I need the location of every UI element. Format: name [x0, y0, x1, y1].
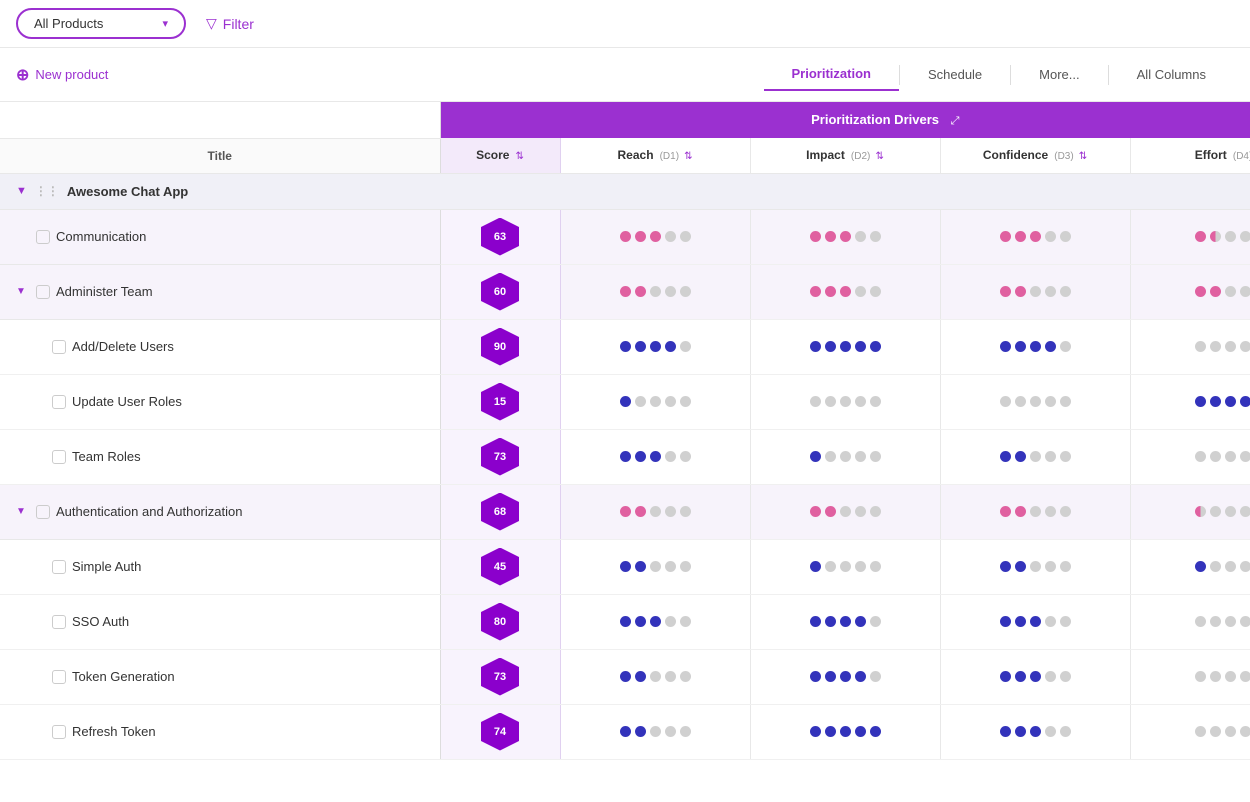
column-headers-row: Title Score ⇅ Reach (D1) ⇅ [0, 138, 1250, 173]
tab-schedule[interactable]: Schedule [900, 59, 1010, 90]
effort-label: Effort [1195, 148, 1227, 162]
sub-feature-name: Team Roles [72, 449, 141, 464]
sub-feature-row: Simple Auth 45 [0, 539, 1250, 594]
feature-name: Administer Team [56, 284, 153, 299]
sub-feature-name: SSO Auth [72, 614, 129, 629]
filter-label: Filter [223, 16, 254, 32]
tab-prioritization[interactable]: Prioritization [764, 58, 899, 91]
sub-feature-checkbox[interactable] [52, 560, 66, 574]
title-col-header: Title [0, 138, 440, 173]
drivers-header-row: Prioritization Drivers ⤢ [0, 102, 1250, 138]
sub-feature-checkbox[interactable] [52, 340, 66, 354]
tab-all-columns[interactable]: All Columns [1109, 59, 1234, 90]
sub-feature-checkbox[interactable] [52, 615, 66, 629]
feature-row: Communication 63 [0, 209, 1250, 264]
reach-sort-icon[interactable]: ⇅ [684, 151, 692, 162]
confidence-sub: (D3) [1054, 151, 1073, 162]
feature-checkbox[interactable] [36, 505, 50, 519]
filter-button[interactable]: ▽ Filter [198, 9, 262, 38]
sub-feature-row: Team Roles 73 [0, 429, 1250, 484]
effort-sub: (D4) [1233, 151, 1250, 162]
product-expand-icon[interactable]: ▼ [16, 185, 27, 197]
sub-feature-name: Token Generation [72, 669, 175, 684]
feature-name: Communication [56, 229, 146, 244]
feature-expand-icon[interactable]: ▼ [16, 286, 30, 297]
reach-label: Reach [618, 148, 654, 162]
feature-row: ▼ Administer Team 60 [0, 264, 1250, 319]
confidence-sort-icon[interactable]: ⇅ [1079, 151, 1087, 162]
new-product-button[interactable]: ⊕ New product [16, 65, 108, 85]
sub-feature-row: Add/Delete Users 90 [0, 319, 1250, 374]
product-name: Awesome Chat App [67, 184, 188, 199]
dropdown-arrow-icon: ▾ [162, 17, 168, 30]
impact-col-header: Impact (D2) ⇅ [750, 138, 940, 173]
dropdown-label: All Products [34, 16, 103, 31]
filter-icon: ▽ [206, 15, 217, 32]
feature-checkbox[interactable] [36, 285, 50, 299]
tabs-area: Prioritization Schedule More... All Colu… [764, 58, 1235, 91]
score-sort-icon[interactable]: ⇅ [516, 151, 524, 162]
plus-icon: ⊕ [16, 65, 29, 85]
main-table: Prioritization Drivers ⤢ Title Score ⇅ R… [0, 102, 1250, 760]
confidence-col-header: Confidence (D3) ⇅ [940, 138, 1130, 173]
sub-feature-name: Simple Auth [72, 559, 141, 574]
top-bar: All Products ▾ ▽ Filter [0, 0, 1250, 48]
sub-feature-checkbox[interactable] [52, 670, 66, 684]
sub-feature-row: SSO Auth 80 [0, 594, 1250, 649]
confidence-label: Confidence [983, 148, 1048, 162]
reach-sub: (D1) [660, 151, 679, 162]
sub-feature-row: Update User Roles 15 [0, 374, 1250, 429]
sub-feature-name: Update User Roles [72, 394, 182, 409]
action-bar: ⊕ New product Prioritization Schedule Mo… [0, 48, 1250, 102]
sub-feature-checkbox[interactable] [52, 395, 66, 409]
all-products-dropdown[interactable]: All Products ▾ [16, 8, 186, 39]
drivers-header-label: Prioritization Drivers [811, 112, 939, 127]
effort-col-header: Effort (D4) ⇅ [1130, 138, 1250, 173]
feature-row: ▼ Authentication and Authorization 68 [0, 484, 1250, 539]
table-container: Prioritization Drivers ⤢ Title Score ⇅ R… [0, 102, 1250, 760]
feature-checkbox[interactable] [36, 230, 50, 244]
new-product-label: New product [35, 67, 108, 82]
sub-feature-checkbox[interactable] [52, 450, 66, 464]
feature-expand-icon[interactable]: ▼ [16, 506, 30, 517]
feature-name: Authentication and Authorization [56, 504, 242, 519]
sub-feature-name: Refresh Token [72, 724, 156, 739]
sub-feature-row: Token Generation 73 [0, 649, 1250, 704]
product-group-row: ▼ ⋮⋮ Awesome Chat App [0, 173, 1250, 209]
impact-label: Impact [806, 148, 845, 162]
score-label: Score [476, 148, 509, 162]
impact-sort-icon[interactable]: ⇅ [875, 151, 883, 162]
sub-feature-row: Refresh Token 74 [0, 704, 1250, 759]
score-col-header: Score ⇅ [440, 138, 560, 173]
impact-sub: (D2) [851, 151, 870, 162]
sub-feature-name: Add/Delete Users [72, 339, 174, 354]
expand-drivers-icon[interactable]: ⤢ [951, 115, 960, 127]
tab-more[interactable]: More... [1011, 59, 1107, 90]
sub-feature-checkbox[interactable] [52, 725, 66, 739]
drag-icon: ⋮⋮ [35, 184, 59, 198]
reach-col-header: Reach (D1) ⇅ [560, 138, 750, 173]
